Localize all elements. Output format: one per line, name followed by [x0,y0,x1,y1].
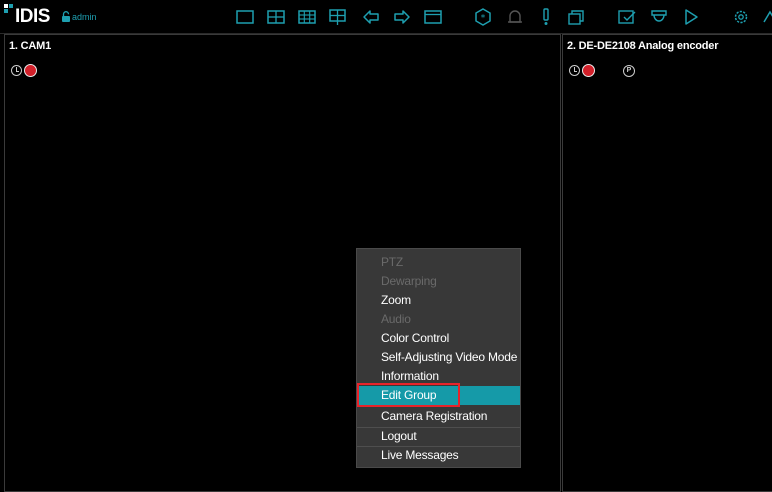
logo-text: IDIS [15,6,50,27]
playback-icon[interactable] [681,8,701,26]
menu-item-ptz[interactable]: PTZ [357,253,520,272]
recording-indicator-icon [24,64,37,77]
ptz-badge-icon: P [623,65,635,77]
more-settings-icon[interactable] [760,8,772,26]
menu-item-camera-registration[interactable]: Camera Registration [357,407,520,426]
schedule-clock-icon [569,65,580,76]
menu-item-audio[interactable]: Audio [357,310,520,329]
menu-item-dewarping[interactable]: Dewarping [357,272,520,291]
username-label: admin [72,12,97,22]
camera-icon[interactable] [649,8,669,26]
user-indicator[interactable]: admin [61,11,97,23]
previous-group-icon[interactable] [361,8,381,26]
nine-split-view-icon[interactable] [297,8,317,26]
menu-item-live-messages[interactable]: Live Messages [357,446,520,465]
menu-item-color-control[interactable]: Color Control [357,329,520,348]
top-toolbar: IDIS admin * [0,0,772,34]
camera-title: 2. DE-DE2108 Analog encoder [567,40,719,52]
recording-indicator-icon [582,64,595,77]
settings-icon[interactable] [731,8,751,26]
menu-item-logout[interactable]: Logout [357,427,520,446]
event-monitoring-icon[interactable]: * [473,8,493,26]
menu-item-self-adjusting-video-mode[interactable]: Self-Adjusting Video Mode [357,348,520,367]
fullscreen-icon[interactable] [423,8,443,26]
menu-item-information[interactable]: Information [357,367,520,386]
camera-pane-2[interactable]: 2. DE-DE2108 Analog encoder P [562,34,772,492]
context-menu: PTZ Dewarping Zoom Audio Color Control S… [356,248,521,468]
svg-text:*: * [481,14,486,24]
status-check-icon[interactable] [617,8,637,26]
lock-icon [62,11,70,22]
custom-layout-icon[interactable] [328,8,348,26]
logo-mark-icon [4,4,14,14]
camera-title: 1. CAM1 [9,40,51,52]
menu-item-edit-group[interactable]: Edit Group [357,386,520,405]
sequence-icon[interactable] [567,8,587,26]
quad-view-icon[interactable] [266,8,286,26]
alert-icon[interactable] [536,8,556,26]
single-view-icon[interactable] [235,8,255,26]
alarm-bell-icon[interactable] [505,8,525,26]
menu-item-zoom[interactable]: Zoom [357,291,520,310]
schedule-clock-icon [11,65,22,76]
next-group-icon[interactable] [392,8,412,26]
